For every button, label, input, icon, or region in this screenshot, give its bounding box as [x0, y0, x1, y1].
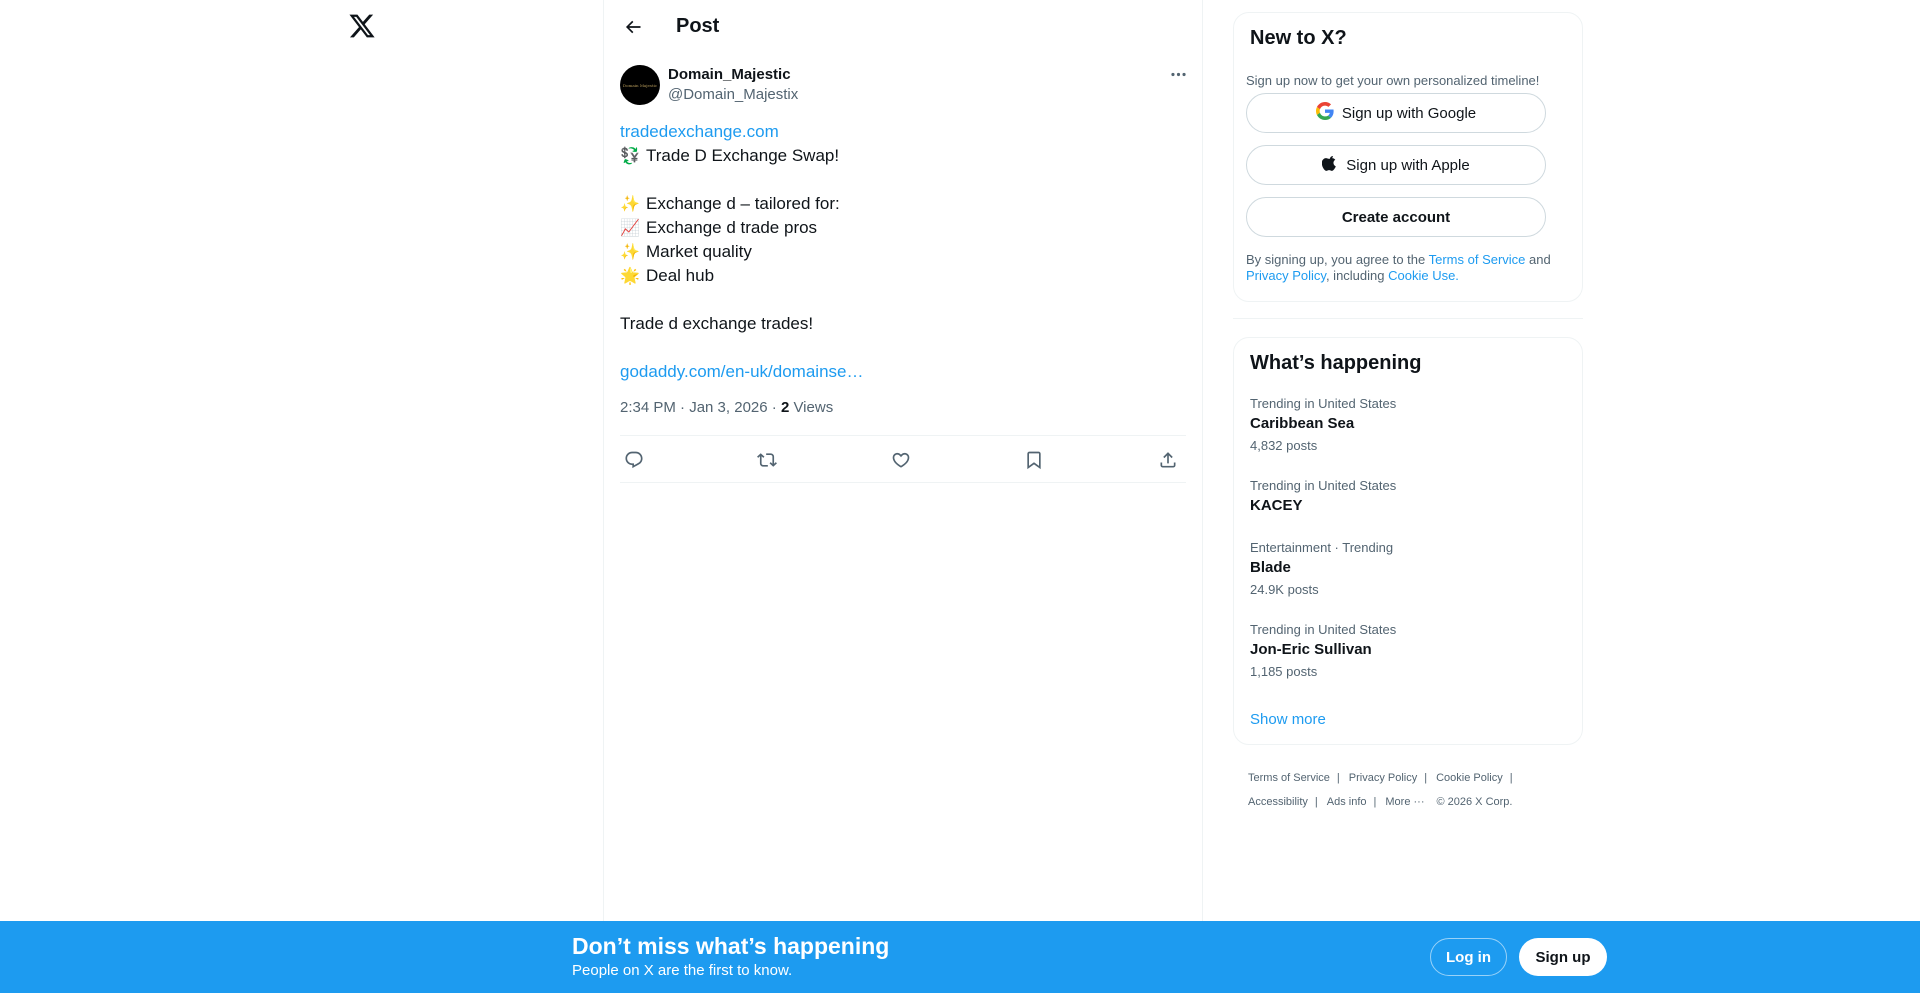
- views-count: 2: [780, 399, 790, 416]
- banner-subtitle: People on X are the first to know.: [572, 962, 793, 979]
- signup-google-button[interactable]: Sign up with Google: [1246, 93, 1546, 133]
- trend-item[interactable]: Trending in United States Caribbean Sea …: [1250, 396, 1560, 454]
- post-header: Post: [604, 0, 1202, 53]
- tweet-timestamp[interactable]: 2:34 PM · Jan 3, 2026: [620, 399, 768, 416]
- trend-item[interactable]: Entertainment · Trending Blade 24.9K pos…: [1250, 540, 1560, 598]
- views-label: Views: [793, 399, 834, 416]
- sparkles-emoji: ✨: [620, 194, 640, 213]
- trend-context: Trending in United States: [1250, 622, 1397, 637]
- meta-separator: ·: [767, 399, 781, 416]
- terms-including: , including: [1325, 268, 1389, 283]
- trend-context: Entertainment · Trending: [1250, 540, 1394, 555]
- glowing-star-emoji: 🌟: [620, 266, 640, 285]
- heart-icon[interactable]: [886, 446, 916, 474]
- trend-name: Caribbean Sea: [1250, 415, 1355, 432]
- show-more-link[interactable]: Show more: [1250, 710, 1326, 730]
- create-account-button[interactable]: Create account: [1246, 197, 1546, 237]
- signup-title: New to X?: [1250, 27, 1347, 49]
- sidebar-divider: [1233, 318, 1583, 319]
- chart-increasing-emoji: 📈: [620, 218, 640, 237]
- google-icon: [1315, 102, 1334, 124]
- left-sidebar: [0, 0, 603, 993]
- trend-item[interactable]: Trending in United States KACEY: [1250, 478, 1560, 516]
- tweet-text: tradedexchange.com 💱 Trade D Exchange Swa…: [620, 120, 1186, 384]
- banner-title: Don’t miss what’s happening: [572, 933, 890, 959]
- trends-title: What’s happening: [1250, 352, 1422, 374]
- footer-cookie-link[interactable]: Cookie Policy: [1436, 772, 1503, 784]
- bookmark-icon[interactable]: [1019, 446, 1049, 474]
- post-column: Post Domain Majestic Domain_Majestic @Do…: [603, 0, 1203, 921]
- footer-privacy-link[interactable]: Privacy Policy: [1349, 772, 1417, 784]
- tweet-line-1: Exchange d – tailored for:: [646, 194, 840, 213]
- author-handle[interactable]: @Domain_Majestix: [668, 85, 798, 105]
- tweet-line-4: Deal hub: [646, 266, 715, 285]
- tweet-actions: [620, 435, 1186, 483]
- trend-count: 1,185 posts: [1250, 664, 1318, 679]
- author-avatar[interactable]: Domain Majestic: [620, 65, 660, 105]
- repost-icon[interactable]: [752, 446, 782, 474]
- footer-more-link[interactable]: More ···: [1385, 796, 1424, 808]
- trend-name: KACEY: [1250, 497, 1303, 514]
- tweet-line-2: Exchange d trade pros: [646, 218, 818, 237]
- footer-ads-link[interactable]: Ads info: [1327, 796, 1367, 808]
- tweet-line-3: Market quality: [646, 242, 752, 261]
- login-banner: Don’t miss what’s happening People on X …: [0, 921, 1920, 993]
- trend-name: Jon-Eric Sullivan: [1250, 641, 1372, 658]
- trend-context: Trending in United States: [1250, 396, 1397, 411]
- create-account-label: Create account: [1341, 208, 1451, 226]
- signup-apple-label: Sign up with Apple: [1346, 156, 1470, 174]
- trend-context: Trending in United States: [1250, 478, 1397, 493]
- terms-of-service-link[interactable]: Terms of Service: [1429, 252, 1526, 267]
- author-display-name[interactable]: Domain_Majestic: [668, 65, 791, 85]
- more-options-icon[interactable]: [1162, 62, 1194, 86]
- reply-icon[interactable]: [619, 446, 649, 474]
- tweet-meta: 2:34 PM · Jan 3, 2026 · 2 Views: [620, 398, 833, 418]
- back-arrow-icon[interactable]: [616, 11, 650, 43]
- tweet-line-closing: Trade d exchange trades!: [620, 314, 814, 333]
- footer-copyright: © 2026 X Corp.: [1436, 796, 1513, 808]
- avatar-logo-text: Domain Majestic: [622, 82, 658, 88]
- signup-apple-button[interactable]: Sign up with Apple: [1246, 145, 1546, 185]
- currency-exchange-emoji: 💱: [620, 146, 640, 165]
- privacy-policy-link[interactable]: Privacy Policy: [1246, 268, 1326, 283]
- terms-and: and: [1525, 252, 1551, 267]
- signup-terms-text: By signing up, you agree to the Terms of…: [1246, 252, 1566, 284]
- trends-card: What’s happening Trending in United Stat…: [1233, 337, 1583, 745]
- tweet-link-godaddy[interactable]: godaddy.com/en-uk/domainse…: [620, 362, 864, 381]
- x-logo-icon[interactable]: [348, 12, 376, 40]
- trend-name: Blade: [1250, 559, 1291, 576]
- page-title: Post: [676, 15, 720, 37]
- apple-icon: [1322, 155, 1338, 175]
- trend-count: 24.9K posts: [1250, 582, 1319, 597]
- footer-accessibility-link[interactable]: Accessibility: [1248, 796, 1308, 808]
- footer-links: Terms of Service | Privacy Policy | Cookie P…: [1248, 772, 1513, 808]
- signup-card: New to X? Sign up now to get your own pe…: [1233, 12, 1583, 302]
- signup-button[interactable]: Sign up: [1519, 938, 1607, 976]
- trend-item[interactable]: Trending in United States Jon-Eric Sulli…: [1250, 622, 1560, 680]
- login-button[interactable]: Log in: [1430, 938, 1507, 976]
- tweet-link-domain[interactable]: tradedexchange.com: [620, 122, 779, 141]
- share-icon[interactable]: [1153, 446, 1183, 474]
- footer-terms-link[interactable]: Terms of Service: [1248, 772, 1330, 784]
- cookie-use-link[interactable]: Cookie Use.: [1388, 268, 1459, 283]
- sparkles-emoji: ✨: [620, 242, 640, 261]
- tweet-line-headline: Trade D Exchange Swap!: [646, 146, 840, 165]
- trend-count: 4,832 posts: [1250, 438, 1318, 453]
- signup-subtitle: Sign up now to get your own personalized…: [1246, 73, 1540, 88]
- terms-prefix: By signing up, you agree to the: [1246, 252, 1429, 267]
- signup-google-label: Sign up with Google: [1341, 104, 1477, 122]
